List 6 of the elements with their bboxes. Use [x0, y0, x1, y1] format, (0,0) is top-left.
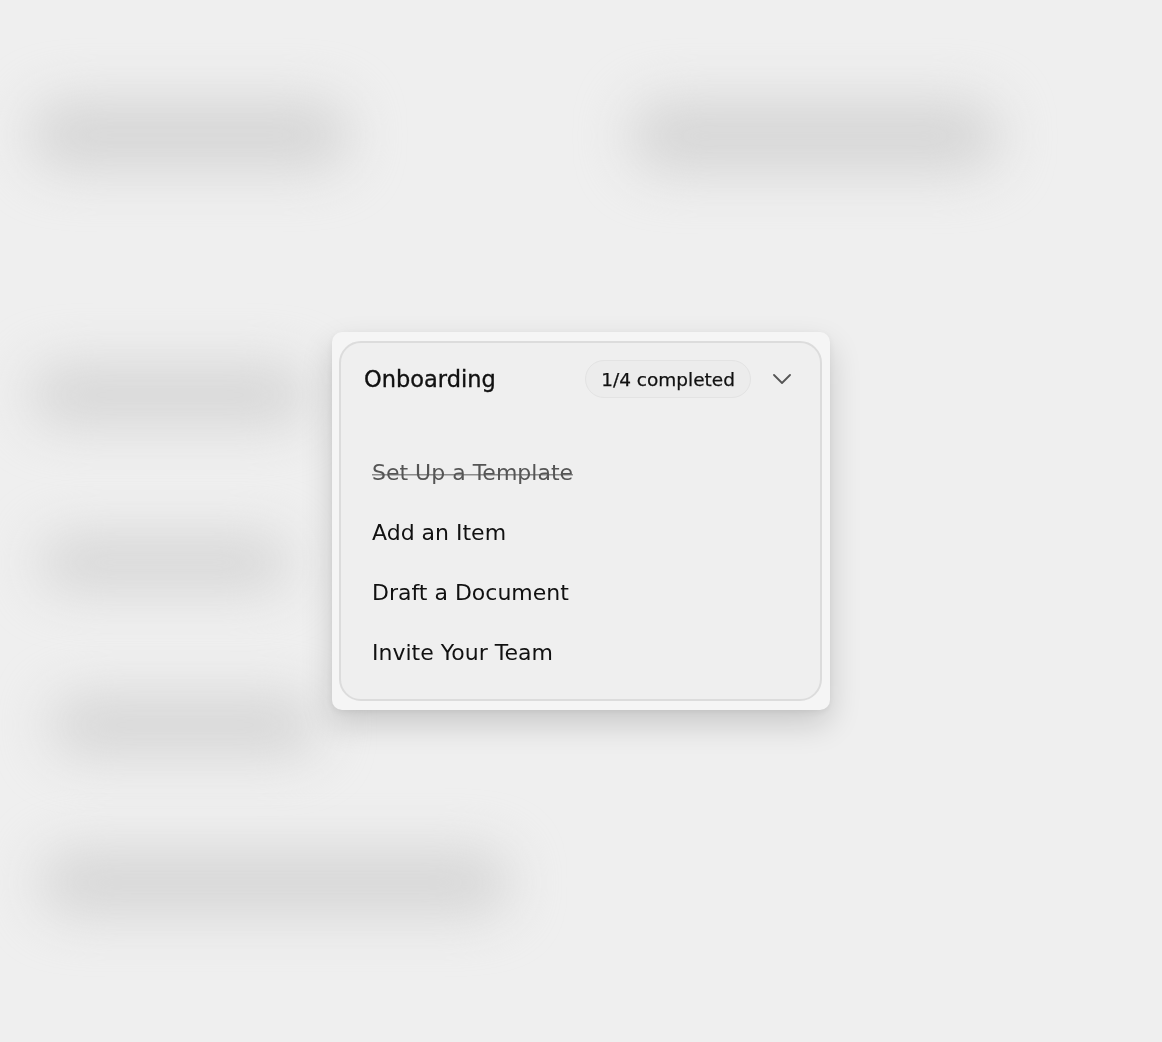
progress-badge: 1/4 completed [585, 360, 751, 398]
task-item[interactable]: Add an Item [372, 520, 507, 546]
chevron-down-icon[interactable] [773, 374, 791, 384]
task-item[interactable]: Invite Your Team [372, 640, 553, 666]
task-item[interactable]: Draft a Document [372, 580, 569, 606]
card-title: Onboarding [364, 365, 496, 393]
